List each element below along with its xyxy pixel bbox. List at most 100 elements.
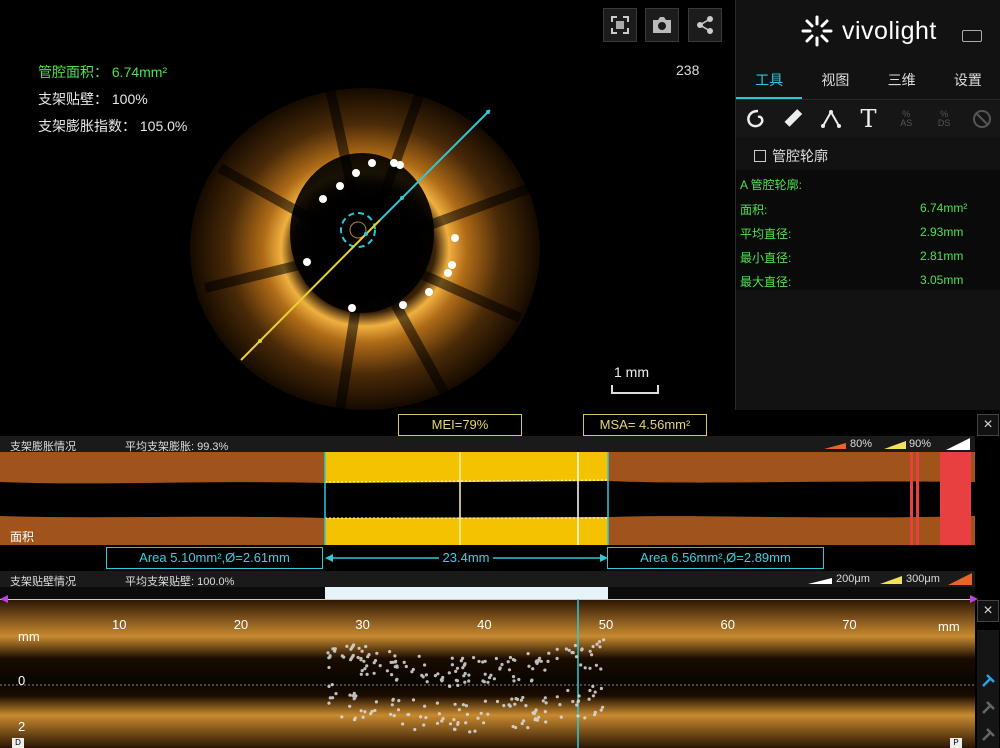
stent-strut-dot (511, 675, 516, 679)
stent-strut-dot (330, 683, 334, 687)
as-tool[interactable]: % AS (891, 104, 921, 134)
stent-strut-dot (362, 659, 366, 663)
stent-strut-dot (498, 667, 502, 671)
ruler-tool[interactable] (778, 104, 808, 134)
stent-strut-dot (502, 704, 506, 708)
mei-label: MEI=79% (398, 414, 522, 436)
tab-tools[interactable]: 工具 (736, 62, 803, 99)
fullscreen-icon (611, 16, 629, 34)
stent-expansion-plot[interactable]: 面积 (0, 452, 975, 545)
keyboard-icon[interactable] (962, 30, 982, 42)
stent-strut-dot (461, 666, 465, 670)
stent-strut-dot (401, 722, 405, 726)
oct-cross-section-image[interactable] (190, 88, 542, 410)
distal-marker: D (12, 738, 24, 748)
pin-icon[interactable] (977, 697, 999, 719)
stent-strut-dot (411, 667, 415, 672)
stent-strut-dot (345, 644, 349, 648)
stent-strut-dot (454, 669, 458, 673)
logo-text: vivolight (842, 16, 937, 45)
stent-strut-dot (372, 671, 376, 675)
stent-strut-dot (424, 716, 428, 720)
fullscreen-button[interactable] (603, 8, 637, 42)
stent-strut-dot (395, 677, 399, 681)
stent-strut-dot (464, 704, 468, 708)
screenshot-button[interactable] (645, 8, 679, 42)
stent-strut-dot (583, 716, 587, 720)
stent-strut-dot (472, 656, 476, 660)
stent-strut-dot (359, 656, 363, 661)
stent-strut-dot (555, 656, 559, 661)
stent-strut-dot (555, 695, 559, 699)
stent-strut-dot (396, 708, 401, 712)
proximal-marker: P (950, 738, 962, 748)
stent-strut-dot (599, 686, 604, 691)
stent-strut-dot (397, 699, 401, 703)
tab-view[interactable]: 视图 (802, 62, 868, 99)
scale-bar-label: 1 mm (614, 364, 649, 380)
measurement-row: 最小直径: 2.81mm (740, 249, 964, 265)
stent-strut-dot (367, 653, 371, 657)
stent-strut-dot (463, 662, 467, 666)
stent-strut-dot (526, 726, 530, 730)
stent-strut-dot (450, 656, 454, 660)
stent-strut-dot (375, 651, 379, 655)
camera-icon (653, 17, 671, 33)
share-button[interactable] (688, 8, 722, 42)
lumen-contour-tool-icon (747, 109, 764, 128)
checkbox-box[interactable] (754, 150, 766, 162)
pin-icon[interactable] (977, 724, 999, 746)
reference-area-right: Area 6.56mm²,Ø=2.89mm (607, 547, 824, 569)
stent-strut-dot (394, 659, 398, 663)
legend-200: 200μm (836, 573, 870, 585)
stent-strut-dot (559, 715, 563, 719)
stent-strut-dot (348, 693, 352, 697)
stent-strut-dot (522, 719, 526, 723)
stent-strut-dot (506, 660, 510, 664)
stent-strut-dot (467, 679, 471, 683)
stent-strut-dot (378, 664, 382, 668)
close-longitudinal-button[interactable]: × (977, 600, 999, 622)
tab-3d[interactable]: 三维 (869, 62, 935, 99)
tool-row: T % AS % DS (736, 101, 1000, 137)
as-tool-icon: % AS (900, 109, 913, 128)
stent-strut-dot (340, 715, 344, 719)
oct-cross-section-viewer[interactable]: 管腔面积： 6.74mm² 支架贴壁： 100% 支架膨胀指数： 105.0% … (0, 0, 735, 410)
stent-strut-dot (389, 712, 393, 716)
lumen-contour-checkbox[interactable]: 管腔轮廓 (754, 146, 828, 166)
legend-80: 80% (850, 438, 873, 450)
stent-strut-dot (492, 677, 496, 681)
stent-strut-dot (450, 663, 454, 667)
tab-settings[interactable]: 设置 (935, 62, 1000, 99)
stent-strut-dot (483, 672, 487, 676)
vivolight-logo: vivolight (800, 14, 937, 48)
stent-strut-dot (435, 701, 439, 705)
stent-strut-dot (370, 709, 374, 714)
stent-strut-dot (543, 696, 547, 700)
left-range-marker[interactable] (0, 595, 8, 603)
stent-strut-dot (327, 665, 331, 670)
stent-strut-dot (590, 653, 594, 657)
stent-strut-dot (326, 651, 330, 655)
stent-strut-dot (543, 710, 547, 714)
legend-100-swatch (946, 438, 970, 450)
angle-tool[interactable] (816, 104, 846, 134)
stent-strut-dot (513, 658, 517, 662)
lumen-contour-tool[interactable] (740, 104, 770, 134)
stent-strut-dot (361, 715, 365, 719)
erase-tool[interactable] (967, 104, 997, 134)
ds-tool[interactable]: % DS (929, 104, 959, 134)
stent-strut-dot (453, 702, 457, 706)
longitudinal-view[interactable]: 10 20 30 40 50 60 70 mm mm 0 2 D P (0, 599, 975, 748)
axis-tick-label: 30 (355, 617, 370, 632)
pin-icon[interactable] (977, 670, 999, 692)
reference-area-left: Area 5.10mm²,Ø=2.61mm (106, 547, 323, 569)
stent-strut-dot (420, 673, 424, 677)
stent-strut-dot (593, 690, 597, 694)
stent-strut-dot (520, 721, 524, 726)
stent-strut-dot (566, 688, 570, 693)
text-tool[interactable]: T (853, 104, 883, 134)
axis-tick-label: 50 (598, 617, 614, 632)
close-expansion-button[interactable]: × (977, 414, 999, 436)
stent-strut-dot (393, 654, 397, 658)
